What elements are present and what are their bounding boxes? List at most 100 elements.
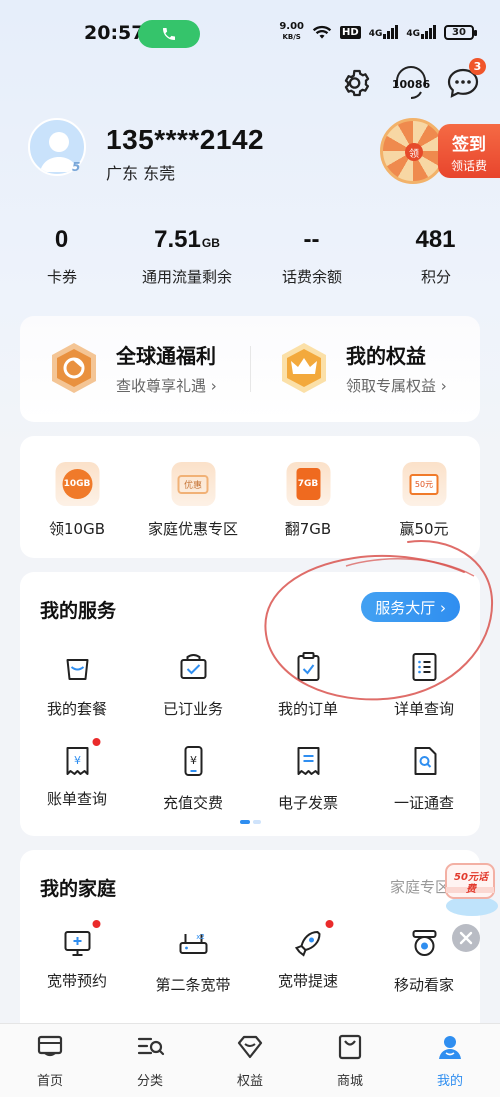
my-family-card: 我的家庭 家庭专区 宽带预约 x2 第二条宽带 宽带提速 移动看家 [20,850,480,1040]
crown-icon [282,343,326,393]
stat-points[interactable]: 481 积分 [371,226,500,287]
service-e-invoice[interactable]: 电子发票 [251,744,366,813]
benefit-subtitle: 领取专属权益 › [346,377,447,395]
global-tong-icon [52,343,96,393]
promo-7gb[interactable]: 7GB 翻7GB [251,462,366,539]
svg-text:¥: ¥ [190,754,197,767]
service-hall-button[interactable]: 服务大厅 › [361,592,460,622]
close-ad-button[interactable] [452,924,480,952]
family-broadband-speedup[interactable]: 宽带提速 [251,918,366,991]
notification-dot [323,918,335,930]
subscribed-icon [180,654,206,679]
shop-icon [338,1034,362,1060]
service-my-orders[interactable]: 我的订单 [251,650,366,719]
stat-label: 积分 [420,268,451,286]
stat-value: 7.51 [154,226,201,253]
diamond-icon [237,1035,263,1059]
notification-dot [90,918,102,930]
family-broadband-booking[interactable]: 宽带预约 [20,918,135,991]
service-label: 详单查询 [393,700,454,718]
notification-dot [90,736,102,748]
stat-label: 通用流量剩余 [141,268,232,286]
net-speed-unit: KB/S [282,33,301,41]
promo-icon-text: 优惠 [177,474,208,494]
service-recharge[interactable]: ¥ 充值交费 [136,744,251,813]
svg-text:¥: ¥ [74,754,81,767]
section-title: 我的服务 [40,600,117,622]
family-label: 宽带预约 [46,972,107,990]
data-7gb-icon: 7GB [286,462,330,506]
promo-icon-text: 10GB [62,469,92,499]
floating-ad[interactable]: 50元话费 [438,850,500,920]
page-indicator [240,820,261,824]
ongoing-call-indicator[interactable] [138,20,200,48]
promo-label: 翻7GB [284,520,332,538]
service-label: 已订业务 [162,700,223,718]
family-label: 宽带提速 [277,972,338,990]
stat-coupons[interactable]: 0 卡券 [0,226,127,287]
sim2-signal: 4G [406,25,436,39]
messages-badge: 3 [469,58,486,75]
promo-family-discount[interactable]: 优惠 家庭优惠专区 [136,462,251,539]
bottom-nav: 首页 分类 权益 商城 我的 [0,1023,500,1097]
hotline-label: 10086 [391,77,431,91]
home-icon [37,1035,63,1057]
signin-subtitle: 领话费 [450,159,487,173]
phone-number: 135****2142 [106,124,265,155]
service-label: 一证通查 [393,794,454,812]
family-second-broadband[interactable]: x2 第二条宽带 [136,926,251,995]
promo-icon-text: 50元 [409,473,439,495]
benefit-subtitle: 查收尊享礼遇 › [116,377,217,395]
section-title: 我的家庭 [40,878,117,900]
account-stats: 0 卡券 7.51GB 通用流量剩余 -- 话费余额 481 积分 [0,226,500,296]
my-services-card: 我的服务 服务大厅 › 我的套餐 已订业务 我的订单 详单查询 ¥ 账单查询 ¥… [20,572,480,836]
battery-indicator: 30 [444,24,477,40]
benefits-card: 全球通福利 查收尊享礼遇 › 我的权益 领取专属权益 › [20,316,480,422]
service-label: 我的套餐 [46,700,107,718]
profile-icon [439,1036,461,1059]
promo-10gb[interactable]: 10GB 领10GB [20,462,135,539]
nav-shop[interactable]: 商城 [310,1032,390,1089]
recharge-phone-icon: ¥ [184,746,202,776]
stat-value: 0 [54,226,69,253]
stat-data-remaining[interactable]: 7.51GB 通用流量剩余 [122,226,252,287]
service-my-plan[interactable]: 我的套餐 [20,650,135,719]
wifi-icon [312,25,332,39]
benefit-title: 我的权益 [346,344,426,368]
service-detail-query[interactable]: 详单查询 [367,650,482,719]
messages-button[interactable]: 3 [444,58,486,102]
promo-label: 赢50元 [399,520,449,538]
signin-reward-button[interactable]: 签到 领话费 [380,118,500,184]
nav-rights[interactable]: 权益 [210,1032,290,1089]
service-label: 电子发票 [277,794,338,812]
invoice-icon [297,747,319,775]
router-icon: x2 [179,933,207,954]
promo-50yuan[interactable]: 50元 赢50元 [367,462,482,539]
service-bill-query[interactable]: ¥ 账单查询 [20,736,135,809]
settings-button[interactable] [338,64,376,102]
sim2-label: 4G [406,29,420,39]
broadband-tv-icon [64,931,90,956]
status-time: 20:57 [84,22,145,44]
stat-balance[interactable]: -- 话费余额 [247,226,377,287]
status-bar: 20:57 9.00 KB/S HD 4G 4G 30 [0,0,500,66]
nav-category[interactable]: 分类 [110,1032,190,1089]
stat-label: 话费余额 [281,268,342,286]
my-rights-entry[interactable]: 我的权益 领取专属权益 › [276,340,447,396]
gear-icon [344,69,370,97]
order-clipboard-icon [297,652,319,681]
hotline-button[interactable]: 10086 [391,64,431,102]
rocket-icon [294,931,320,957]
stat-unit: GB [201,236,220,250]
global-benefits-entry[interactable]: 全球通福利 查收尊享礼遇 › [46,340,217,396]
promo-icon-text: 7GB [296,468,320,500]
nav-home[interactable]: 首页 [10,1032,90,1089]
detail-list-icon [412,653,436,681]
promos-card: 10GB 领10GB 优惠 家庭优惠专区 7GB 翻7GB 50元 赢50元 [20,436,480,558]
service-id-query[interactable]: 一证通查 [367,744,482,813]
family-label: 移动看家 [393,976,454,994]
promo-label: 领10GB [48,520,105,538]
nav-label: 权益 [236,1074,263,1089]
nav-me[interactable]: 我的 [410,1032,490,1089]
service-subscribed[interactable]: 已订业务 [136,650,251,719]
